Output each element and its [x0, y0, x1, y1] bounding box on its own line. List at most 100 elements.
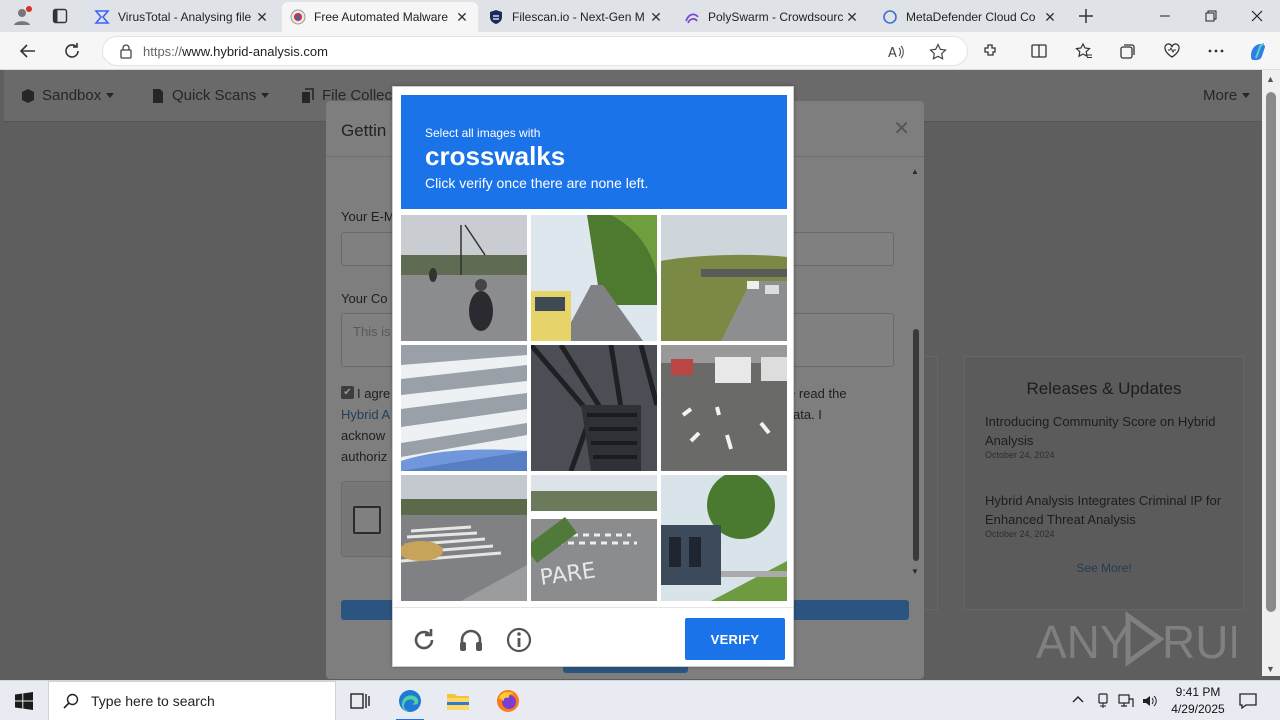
nav-sandbox[interactable]: Sandbox [20, 87, 115, 104]
tab-title: Free Automated Malware [314, 10, 449, 24]
agree-text: I agre [357, 386, 391, 401]
taskbar-search[interactable]: Type here to search [48, 681, 336, 720]
svg-text:A: A [888, 46, 897, 61]
captcha-tile-8[interactable]: PARE [531, 475, 657, 601]
start-button[interactable] [0, 681, 48, 720]
collections-icon[interactable] [1114, 37, 1142, 65]
captcha-tile-1[interactable] [401, 215, 527, 341]
captcha-tile-6[interactable] [661, 345, 787, 471]
verify-button[interactable]: VERIFY [685, 618, 785, 660]
lock-icon[interactable] [117, 43, 135, 59]
agree-text: acknow [341, 428, 386, 443]
page-scrollbar[interactable]: ▲ ▼ [1262, 70, 1280, 676]
address-bar[interactable]: https://www.hybrid-analysis.com A [102, 36, 968, 66]
release-item[interactable]: Hybrid Analysis Integrates Criminal IP f… [985, 491, 1225, 539]
release-title[interactable]: Introducing Community Score on Hybrid An… [985, 412, 1225, 450]
svg-text:ANY: ANY [1036, 616, 1131, 668]
release-title[interactable]: Hybrid Analysis Integrates Criminal IP f… [985, 491, 1225, 529]
tab-polyswarm[interactable]: PolySwarm - Crowdsourc ✕ [676, 2, 868, 32]
captcha-tile-5[interactable] [531, 345, 657, 471]
terms-link[interactable]: Hybrid A [341, 407, 390, 422]
captcha-tile-4[interactable] [401, 345, 527, 471]
windows-icon [15, 692, 33, 710]
svg-text:RUN: RUN [1162, 616, 1236, 668]
tab-hybrid-analysis[interactable]: Free Automated Malware ✕ [282, 2, 478, 32]
tray-chevron-icon[interactable] [1071, 693, 1085, 710]
copilot-icon[interactable] [1244, 37, 1272, 65]
tab-actions-icon[interactable] [46, 2, 74, 30]
release-date: October 24, 2024 [985, 450, 1055, 460]
firefox-icon[interactable] [484, 681, 532, 720]
back-icon[interactable] [14, 37, 42, 65]
info-icon[interactable] [505, 626, 533, 654]
captcha-tile-3[interactable] [661, 215, 787, 341]
file-icon [153, 88, 163, 103]
minimize-icon[interactable] [1142, 0, 1188, 32]
tab-filescan[interactable]: Filescan.io - Next-Gen M ✕ [480, 2, 672, 32]
read-aloud-icon[interactable]: A [887, 43, 905, 64]
modal-scrollbar[interactable]: ▲ ▼ [911, 167, 922, 577]
browser-essentials-icon[interactable] [1158, 37, 1186, 65]
nav-label: Quick Scans [172, 87, 257, 104]
volume-icon[interactable] [1142, 693, 1158, 712]
close-tab-icon[interactable]: ✕ [648, 9, 664, 26]
see-more-link[interactable]: See More! [965, 561, 1243, 575]
nav-more[interactable]: More [1203, 87, 1251, 104]
releases-panel: Releases & Updates Introducing Community… [964, 356, 1244, 610]
email-label: Your E-M [341, 209, 395, 224]
anyrun-watermark-logo: ANY RUN [1036, 611, 1236, 668]
profile-icon[interactable] [8, 2, 36, 30]
refresh-icon[interactable] [58, 37, 86, 65]
agree-text: authoriz [341, 449, 388, 464]
close-tab-icon[interactable]: ✕ [1042, 9, 1058, 26]
nav-quick-scans[interactable]: Quick Scans [150, 87, 270, 104]
agree-checkbox[interactable]: ✔ [341, 386, 354, 399]
favorites-icon[interactable] [1070, 37, 1098, 65]
hybrid-analysis-icon [290, 9, 306, 25]
challenge-target: crosswalks [425, 141, 566, 171]
favorite-star-icon[interactable] [929, 43, 947, 64]
notifications-icon[interactable] [1239, 693, 1257, 712]
close-tab-icon[interactable]: ✕ [454, 9, 470, 26]
split-screen-icon[interactable] [1025, 37, 1053, 65]
filescan-icon [490, 10, 502, 24]
release-date: October 24, 2024 [985, 529, 1055, 539]
tab-virustotal[interactable]: VirusTotal - Analysing file ✕ [86, 2, 278, 32]
challenge-instruction: Select all images with [425, 126, 541, 140]
tab-title: VirusTotal - Analysing file [118, 10, 252, 24]
captcha-tile-2[interactable] [531, 215, 657, 341]
more-options-icon[interactable] [1202, 37, 1230, 65]
recaptcha-checkbox[interactable] [353, 506, 381, 534]
url-scheme: https:// [143, 43, 183, 59]
close-window-icon[interactable] [1234, 0, 1280, 32]
challenge-footer: VERIFY [393, 607, 793, 667]
edge-taskbar-icon[interactable] [386, 681, 434, 720]
challenge-header: Select all images with crosswalks Click … [401, 95, 787, 209]
cube-icon [22, 88, 34, 103]
usb-device-icon[interactable] [1096, 693, 1110, 712]
screen: VirusTotal - Analysing file ✕ Free Autom… [0, 0, 1280, 720]
new-tab-icon[interactable] [1072, 2, 1100, 30]
task-view-icon[interactable] [336, 681, 384, 720]
close-modal-icon[interactable]: ✕ [893, 116, 910, 141]
reload-icon[interactable] [410, 626, 438, 654]
extensions-icon[interactable] [977, 37, 1005, 65]
agree-text: ata. I [793, 407, 822, 422]
close-tab-icon[interactable]: ✕ [844, 9, 860, 26]
files-icon [302, 87, 314, 103]
comment-placeholder: This is [353, 324, 391, 339]
captcha-tile-7[interactable] [401, 475, 527, 601]
audio-challenge-icon[interactable] [457, 626, 485, 654]
tab-title: Filescan.io - Next-Gen M [512, 10, 645, 24]
captcha-tile-9[interactable] [661, 475, 787, 601]
restore-icon[interactable] [1188, 0, 1234, 32]
system-clock[interactable]: 9:41 PM 4/29/2025 [1162, 684, 1234, 718]
network-icon[interactable] [1118, 693, 1134, 712]
comment-label: Your Co [341, 291, 388, 306]
taskbar: Type here to search 9:41 PM 4/29/2025 [0, 680, 1280, 720]
release-item[interactable]: Introducing Community Score on Hybrid An… [985, 412, 1225, 460]
file-explorer-icon[interactable] [434, 681, 482, 720]
close-tab-icon[interactable]: ✕ [254, 9, 270, 26]
virustotal-icon [94, 10, 110, 24]
tab-metadefender[interactable]: MetaDefender Cloud Co ✕ [874, 2, 1066, 32]
